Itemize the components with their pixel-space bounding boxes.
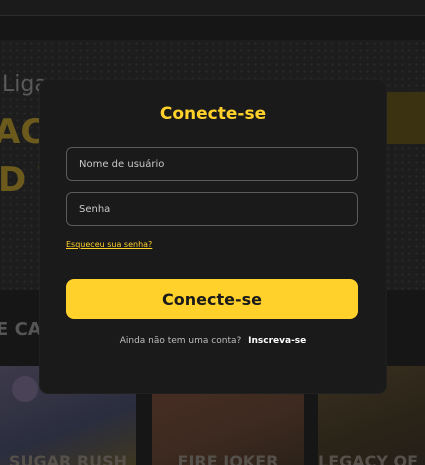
login-submit-button[interactable]: Conecte-se — [66, 279, 358, 319]
forgot-password-link[interactable]: Esqueceu sua senha? — [66, 240, 152, 249]
background-banner-graphic — [387, 92, 425, 144]
modal-title: Conecte-se — [159, 104, 267, 124]
game-title: FIRE JOKER — [177, 452, 279, 465]
signup-row: Ainda não tem uma conta? Inscreva-se — [40, 336, 386, 346]
game-title: SUGAR RUSH — [8, 452, 128, 465]
background-section-heading: E CA — [0, 319, 42, 340]
username-placeholder: Nome de usuário — [79, 158, 165, 170]
game-title: LEGACY OF E — [318, 452, 425, 465]
background-banner-text: AC — [0, 112, 46, 152]
signup-prompt: Ainda não tem uma conta? — [119, 336, 242, 346]
signup-link[interactable]: Inscreva-se — [248, 336, 306, 346]
password-placeholder: Senha — [79, 203, 111, 215]
login-modal: Conecte-se Nome de usuário Senha Esquece… — [40, 80, 386, 393]
top-bar — [0, 0, 425, 16]
username-input[interactable]: Nome de usuário — [66, 147, 358, 181]
game-logo-icon — [12, 376, 38, 402]
password-input[interactable]: Senha — [66, 192, 358, 226]
